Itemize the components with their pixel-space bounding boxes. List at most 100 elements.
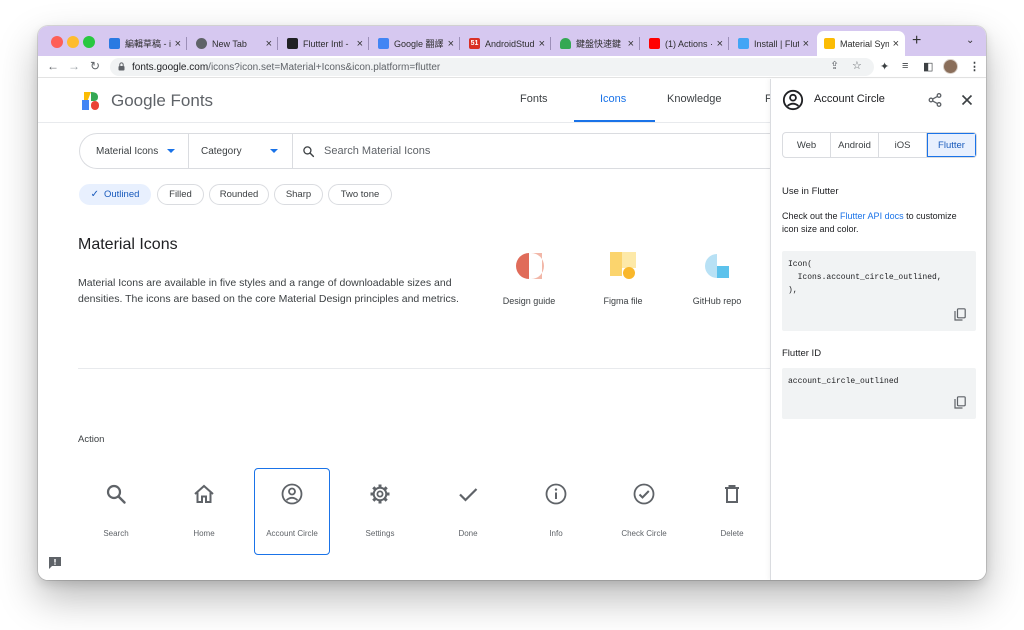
icon-tile-search[interactable]: Search [78,468,154,555]
flutter-api-docs-link[interactable]: Flutter API docs [840,211,904,221]
address-bar[interactable]: fonts.google.com/icons?icon.set=Material… [110,58,874,76]
side-panel-icon[interactable]: ◧ [923,60,933,73]
browser-tab[interactable]: 鍵盤快速鍵 × [553,31,640,56]
share-page-icon[interactable]: ⇪ [830,59,839,72]
tab-favicon-icon [824,38,835,49]
tab-close-icon[interactable]: × [717,38,723,50]
chip-label: Two tone [340,189,380,200]
tab-favicon-icon [738,38,749,49]
nav-icons[interactable]: Icons [600,93,626,105]
browser-tab[interactable]: Flutter Intl - × [280,31,369,56]
tab-close-icon[interactable]: × [448,38,454,50]
icon-tile-done[interactable]: Done [430,468,506,555]
icon-label: Delete [720,529,744,538]
icon-set-dropdown[interactable]: Material Icons [96,134,176,168]
reload-button[interactable]: ↻ [90,59,100,73]
browser-tab[interactable]: Google 翻譯 × [371,31,460,56]
feedback-icon[interactable] [48,556,62,570]
google-fonts-logo[interactable] [82,92,102,110]
tab-strip: 編輯草稿 - iT × New Tab × Flutter Intl - × G… [38,26,986,56]
tab-title: Install | Flutt [754,38,799,49]
style-chip-sharp[interactable]: Sharp [274,184,323,205]
share-icon[interactable] [928,93,942,107]
extensions-icon[interactable]: ✦ [880,60,889,73]
zoom-window-button[interactable] [83,36,95,48]
tab-favicon-icon: 51 [469,38,480,49]
icon-tile-home[interactable]: Home [166,468,242,555]
reading-list-icon[interactable]: ≡ [902,60,908,72]
nav-fonts[interactable]: Fonts [520,93,548,105]
tab-search-button[interactable]: ⌄ [966,35,974,46]
platform-web-button[interactable]: Web [783,133,831,157]
icon-tile-info[interactable]: Info [518,468,594,555]
style-chip-rounded[interactable]: Rounded [209,184,269,205]
browser-tab-active[interactable]: Material Sym × [817,31,905,56]
tab-favicon-icon [196,38,207,49]
design-guide-link[interactable]: Design guide [486,251,572,306]
use-description: Check out the Flutter API docs to custom… [782,210,974,236]
home-icon [194,484,214,503]
category-dropdown[interactable]: Category [201,134,278,168]
flutter-id-value[interactable]: account_circle_outlined [782,368,976,395]
tab-close-icon[interactable]: × [539,38,545,50]
icon-tile-account-circle[interactable]: Account Circle [254,468,330,555]
tab-favicon-icon [109,38,120,49]
close-icon[interactable] [961,94,973,106]
browser-tab[interactable]: 編輯草稿 - iT × [102,31,187,56]
tab-close-icon[interactable]: × [803,38,809,50]
platform-ios-button[interactable]: iOS [879,133,927,157]
browser-tab[interactable]: 51 AndroidStud × [462,31,551,56]
code-snippet[interactable]: Icon( Icons.account_circle_outlined, ), [782,251,976,304]
search-icon [303,146,315,158]
browser-toolbar: ← → ↻ fonts.google.com/icons?icon.set=Ma… [38,56,986,78]
platform-android-button[interactable]: Android [831,133,879,157]
bookmark-star-icon[interactable]: ☆ [852,59,862,72]
browser-window: 編輯草稿 - iT × New Tab × Flutter Intl - × G… [38,26,986,580]
category-label: Category [201,145,242,157]
style-chip-two-tone[interactable]: Two tone [328,184,392,205]
page-description: Material Icons are available in five sty… [78,277,459,305]
nav-knowledge[interactable]: Knowledge [667,93,721,105]
figma-file-link[interactable]: Figma file [580,251,666,306]
github-repo-link[interactable]: GitHub repo [674,251,760,306]
style-chip-outlined[interactable]: ✓ Outlined [79,184,151,205]
lock-icon[interactable] [118,62,125,71]
browser-tab[interactable]: New Tab × [189,31,278,56]
browser-tab[interactable]: (1) Actions · × [642,31,729,56]
close-window-button[interactable] [51,36,63,48]
browser-menu-icon[interactable]: ⋮ [969,60,980,73]
tab-close-icon[interactable]: × [357,38,363,50]
search-divider [292,134,293,168]
copy-icon[interactable] [954,396,966,409]
tab-close-icon[interactable]: × [893,38,899,50]
search-icon [106,484,126,504]
forward-button[interactable]: → [68,59,80,73]
platform-flutter-button[interactable]: Flutter [927,133,976,157]
use-heading: Use in Flutter [782,186,839,197]
new-tab-button[interactable]: + [912,32,921,50]
delete-icon [725,485,739,503]
browser-tab[interactable]: Install | Flutt × [731,31,815,56]
icon-tile-settings[interactable]: Settings [342,468,418,555]
copy-icon[interactable] [954,308,966,321]
info-icon [545,483,567,505]
tab-close-icon[interactable]: × [175,38,181,50]
brand-name[interactable]: Google Fonts [111,91,213,111]
tab-favicon-icon [287,38,298,49]
icon-tile-check-circle[interactable]: Check Circle [606,468,682,555]
search-input[interactable] [324,134,764,168]
icon-label: Info [549,529,563,538]
flutter-id-heading: Flutter ID [782,348,822,359]
tab-close-icon[interactable]: × [266,38,272,50]
tab-favicon-icon [560,38,571,49]
icon-tile-delete[interactable]: Delete [694,468,770,555]
account-circle-icon [281,483,303,505]
style-chip-filled[interactable]: Filled [157,184,204,205]
minimize-window-button[interactable] [67,36,79,48]
tab-close-icon[interactable]: × [628,38,634,50]
check-circle-icon [633,483,655,505]
back-button[interactable]: ← [47,59,59,73]
url-path: /icons?icon.set=Material+Icons&icon.plat… [208,61,441,73]
profile-avatar[interactable] [943,59,958,74]
chip-label: Filled [169,189,192,200]
